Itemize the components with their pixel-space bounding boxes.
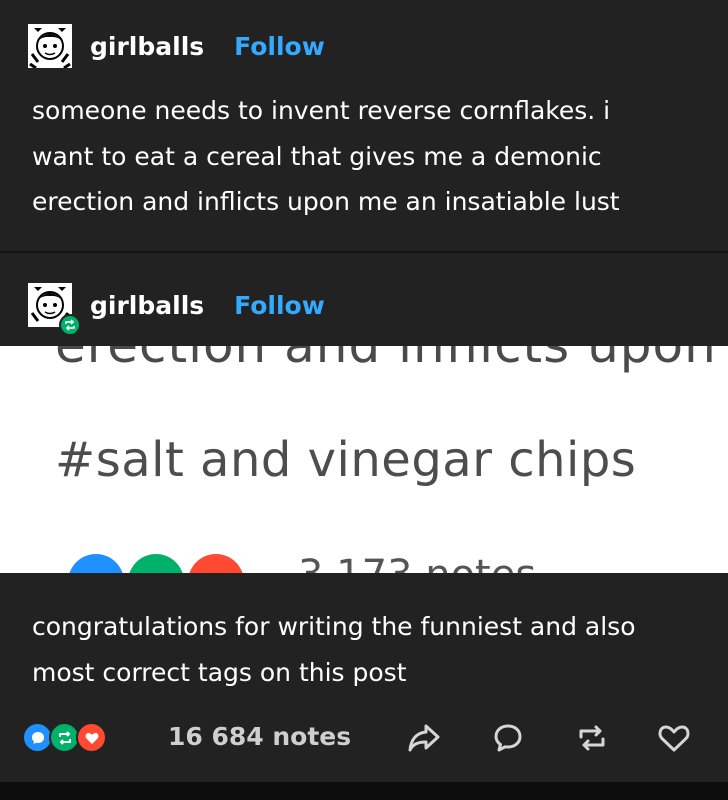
post-body: someone needs to invent reverse cornflak… [32, 88, 692, 225]
avatar[interactable] [28, 24, 72, 70]
reply-icon[interactable] [490, 720, 526, 756]
divider [0, 251, 728, 253]
share-icon[interactable] [406, 720, 442, 756]
text-line: erection and inflicts upon me an insatia… [32, 187, 620, 216]
like-icon[interactable] [656, 720, 692, 756]
screenshot-notes-text: 3,173 notes [298, 552, 536, 573]
post-footer: 16 684 notes [0, 712, 728, 764]
reblog-badge-icon [59, 314, 81, 336]
bottom-bar [0, 782, 728, 800]
text-line: want to eat a cereal that gives me a dem… [32, 141, 602, 171]
like-note-icon [76, 722, 107, 753]
screenshot-tag: #salt and vinegar chips [55, 432, 637, 488]
follow-button[interactable]: Follow [234, 32, 325, 61]
screenshot-like-icon [188, 554, 244, 573]
screenshot-reblog-icon [128, 554, 184, 573]
text-line: someone needs to invent reverse cornflak… [32, 96, 611, 125]
text-line: congratulations for writing the funniest… [32, 612, 636, 641]
reblog-header: girlballs Follow [28, 283, 325, 336]
follow-button[interactable]: Follow [234, 291, 325, 320]
text-line: most correct tags on this post [32, 657, 407, 687]
dashboard-page: girlballs Follow someone needs to invent… [0, 0, 728, 800]
embedded-screenshot: erection and inflicts upon #salt and vin… [0, 346, 728, 573]
username[interactable]: girlballs [90, 32, 204, 61]
reblog-icon[interactable] [574, 720, 610, 756]
avatar-image [28, 24, 72, 70]
post-header: girlballs Follow [28, 24, 325, 70]
username[interactable]: girlballs [90, 291, 204, 320]
screenshot-cut-text: erection and inflicts upon [55, 346, 717, 374]
notes-count[interactable]: 16 684 notes [168, 722, 351, 751]
screenshot-reply-icon [68, 554, 124, 573]
avatar[interactable] [28, 283, 81, 336]
reblog-body: congratulations for writing the funniest… [32, 604, 692, 695]
